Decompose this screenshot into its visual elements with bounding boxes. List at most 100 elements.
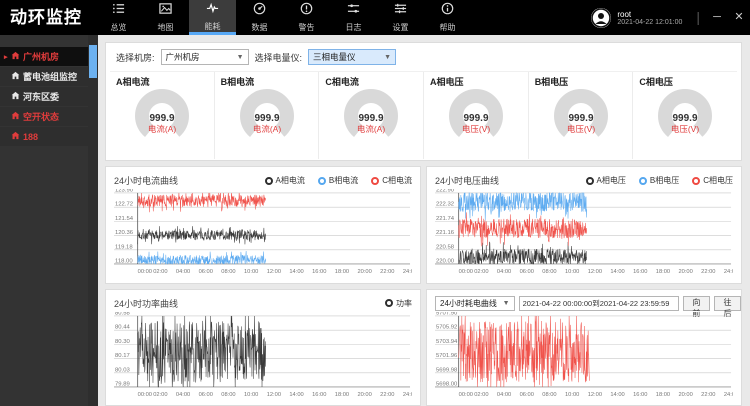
power-chart: 80.5880.4480.3080.1780.0379.8900:0002:00…	[114, 312, 412, 405]
svg-text:电流(A): 电流(A)	[252, 124, 281, 134]
room-select[interactable]: 广州机房▼	[161, 49, 249, 65]
svg-text:999.9: 999.9	[673, 113, 698, 124]
svg-text:16:00: 16:00	[633, 391, 647, 397]
legend-item[interactable]: A相电压	[586, 175, 626, 186]
legend-item[interactable]: B相电流	[318, 175, 358, 186]
legend-ring-icon	[692, 177, 700, 185]
svg-text:5701.96: 5701.96	[436, 353, 458, 359]
svg-text:04:00: 04:00	[497, 391, 511, 397]
home-icon	[11, 91, 23, 102]
map-icon	[159, 2, 172, 20]
svg-text:00:00: 00:00	[138, 269, 152, 275]
svg-text:10:00: 10:00	[244, 391, 258, 397]
minimize-button[interactable]: ─	[706, 0, 728, 35]
svg-text:220.58: 220.58	[436, 244, 455, 250]
date-range-input[interactable]	[519, 296, 679, 311]
sidebar-item-label: 蓄电池组监控	[23, 70, 77, 83]
svg-text:04:00: 04:00	[497, 269, 511, 275]
legend-item[interactable]: B相电压	[639, 175, 679, 186]
main-content: 选择机房: 广州机房▼ 选择电量仪: 三相电量仪▼ A相电流999.9电流(A)…	[98, 35, 750, 406]
alert-icon	[300, 2, 313, 20]
svg-text:999.9: 999.9	[254, 113, 279, 124]
curve-type-select[interactable]: 24小时耗电曲线▼	[435, 296, 515, 311]
svg-text:80.30: 80.30	[115, 338, 130, 344]
gauge: 999.9电流(A)	[116, 88, 208, 150]
nav-item-4[interactable]: 数据	[236, 0, 283, 35]
nav-item-1[interactable]: 总览	[95, 0, 142, 35]
sidebar-item-1[interactable]: ▸广州机房	[0, 47, 88, 66]
svg-text:24:00: 24:00	[724, 269, 733, 275]
svg-text:00:00: 00:00	[138, 391, 152, 397]
svg-text:14:00: 14:00	[610, 391, 624, 397]
filter-bar: 选择机房: 广州机房▼ 选择电量仪: 三相电量仪▼	[110, 49, 737, 71]
sidebar-item-5[interactable]: 188	[0, 127, 88, 146]
sidebar-item-label: 188	[23, 132, 38, 142]
sidebar-item-4[interactable]: 空开状态	[0, 107, 88, 126]
gauge-card-5: B相电压999.9电压(V)	[529, 72, 634, 159]
top-nav: 总览地图能耗 数据 警告 日志设置帮助	[95, 0, 471, 35]
svg-text:120.36: 120.36	[115, 230, 134, 236]
gauge-title: C相电流	[325, 75, 417, 88]
sidebar-item-3[interactable]: 河东区委	[0, 87, 88, 106]
sidebar-item-label: 广州机房	[23, 50, 59, 63]
consumption-chart: 5707.905705.925703.945701.965699.985698.…	[435, 312, 733, 405]
gauge-row: A相电流999.9电流(A)B相电流999.9电流(A)C相电流999.9电流(…	[110, 71, 737, 159]
legend-item[interactable]: C相电压	[692, 175, 733, 186]
legend-ring-icon	[318, 177, 326, 185]
chart-title: 24小时电压曲线	[435, 174, 499, 187]
legend-item[interactable]: A相电流	[265, 175, 305, 186]
range-next-button[interactable]: 往后	[714, 296, 741, 311]
svg-text:119.18: 119.18	[115, 244, 133, 250]
home-icon	[11, 71, 23, 82]
scrollbar-thumb[interactable]	[89, 45, 97, 78]
svg-text:24:00: 24:00	[403, 269, 412, 275]
energy-pulse-icon	[206, 1, 219, 19]
legend-ring-icon	[385, 299, 393, 307]
user-area[interactable]: root 2021-04-22 12:01:00	[591, 0, 686, 35]
svg-text:24:00: 24:00	[403, 391, 412, 397]
legend-item[interactable]: C相电流	[371, 175, 412, 186]
data-gauge-icon	[253, 2, 266, 20]
legend-item[interactable]: 功率	[385, 298, 412, 309]
series-line	[459, 212, 587, 246]
svg-text:08:00: 08:00	[542, 269, 556, 275]
legend-item[interactable]: 耗电	[741, 298, 742, 309]
svg-text:123.90: 123.90	[115, 189, 134, 193]
chart-svg: 5707.905705.925703.945701.965699.985698.…	[435, 312, 733, 405]
nav-label: 数据	[252, 22, 268, 33]
svg-text:22:00: 22:00	[380, 391, 394, 397]
nav-item-6[interactable]: 日志	[330, 0, 377, 35]
nav-label: 能耗	[205, 21, 221, 32]
log-icon	[347, 2, 360, 20]
svg-text:04:00: 04:00	[176, 269, 190, 275]
svg-text:16:00: 16:00	[312, 391, 326, 397]
nav-item-8[interactable]: 帮助	[424, 0, 471, 35]
svg-text:08:00: 08:00	[221, 391, 235, 397]
close-button[interactable]: ✕	[728, 0, 750, 35]
legend-ring-icon	[265, 177, 273, 185]
nav-item-3[interactable]: 能耗	[189, 0, 236, 35]
svg-text:10:00: 10:00	[244, 269, 258, 275]
svg-text:16:00: 16:00	[633, 269, 647, 275]
svg-text:14:00: 14:00	[289, 391, 303, 397]
legend-ring-icon	[639, 177, 647, 185]
svg-text:12:00: 12:00	[588, 391, 602, 397]
home-icon	[11, 51, 23, 62]
svg-text:222.90: 222.90	[436, 189, 455, 193]
nav-item-2[interactable]: 地图	[142, 0, 189, 35]
svg-text:04:00: 04:00	[176, 391, 190, 397]
range-prev-button[interactable]: 向前	[683, 296, 710, 311]
sidebar: ▸广州机房蓄电池组监控河东区委空开状态 188	[0, 35, 88, 406]
sidebar-item-2[interactable]: 蓄电池组监控	[0, 67, 88, 86]
series-line	[459, 315, 590, 386]
svg-text:220.00: 220.00	[436, 259, 455, 265]
gauge: 999.9电流(A)	[221, 88, 313, 150]
nav-item-5[interactable]: 警告	[283, 0, 330, 35]
series-line	[459, 242, 587, 264]
meter-select[interactable]: 三相电量仪▼	[308, 49, 396, 65]
nav-item-7[interactable]: 设置	[377, 0, 424, 35]
gauge: 999.9电压(V)	[430, 88, 522, 150]
current-chart-panel: 24小时电流曲线 A相电流B相电流C相电流 123.90122.72121.54…	[105, 166, 421, 284]
nav-label: 警告	[299, 22, 315, 33]
svg-text:999.9: 999.9	[359, 113, 384, 124]
